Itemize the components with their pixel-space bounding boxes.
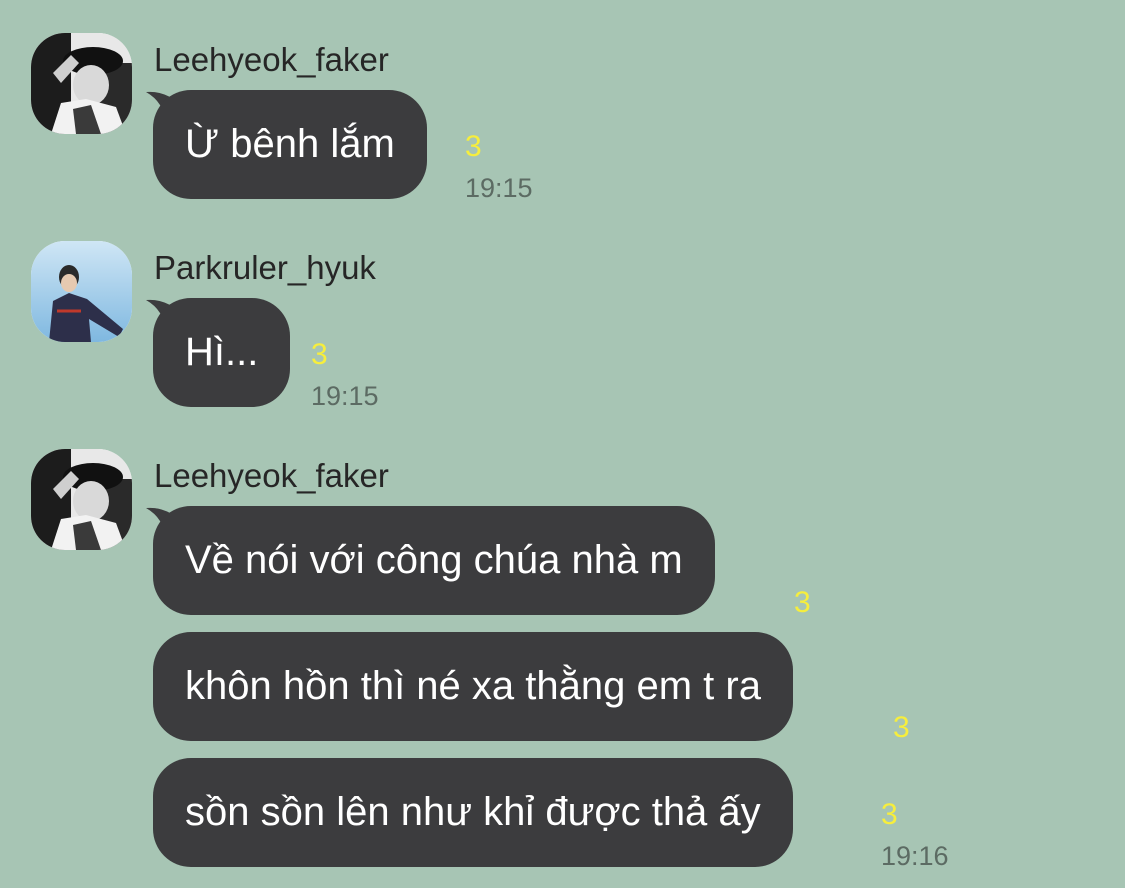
message-time: 19:16 xyxy=(881,841,949,871)
faker-profile-photo-icon xyxy=(31,449,132,550)
read-count: 3 xyxy=(465,130,482,163)
message-bubble[interactable]: Hì... xyxy=(153,298,291,407)
read-count: 3 xyxy=(311,338,328,371)
message-bubble[interactable]: khôn hồn thì né xa thằng em t ra xyxy=(153,632,793,741)
read-count: 3 xyxy=(893,711,910,744)
message-time: 19:15 xyxy=(311,381,379,411)
message-bubble[interactable]: Ừ bênh lắm xyxy=(153,90,427,199)
sender-name: Leehyeok_faker xyxy=(154,457,389,494)
faker-profile-photo-icon xyxy=(31,33,132,134)
sender-name: Leehyeok_faker xyxy=(154,41,389,78)
read-count: 3 xyxy=(794,586,811,619)
sender-avatar[interactable] xyxy=(31,241,132,342)
message-bubble[interactable]: sồn sồn lên như khỉ được thả ấy xyxy=(153,758,793,867)
sender-avatar[interactable] xyxy=(31,33,132,134)
sender-name: Parkruler_hyuk xyxy=(154,249,376,286)
ruler-profile-photo-icon xyxy=(31,241,132,342)
sender-avatar[interactable] xyxy=(31,449,132,550)
message-bubble[interactable]: Về nói với công chúa nhà m xyxy=(153,506,715,615)
read-count: 3 xyxy=(881,798,898,831)
message-time: 19:15 xyxy=(465,173,533,203)
